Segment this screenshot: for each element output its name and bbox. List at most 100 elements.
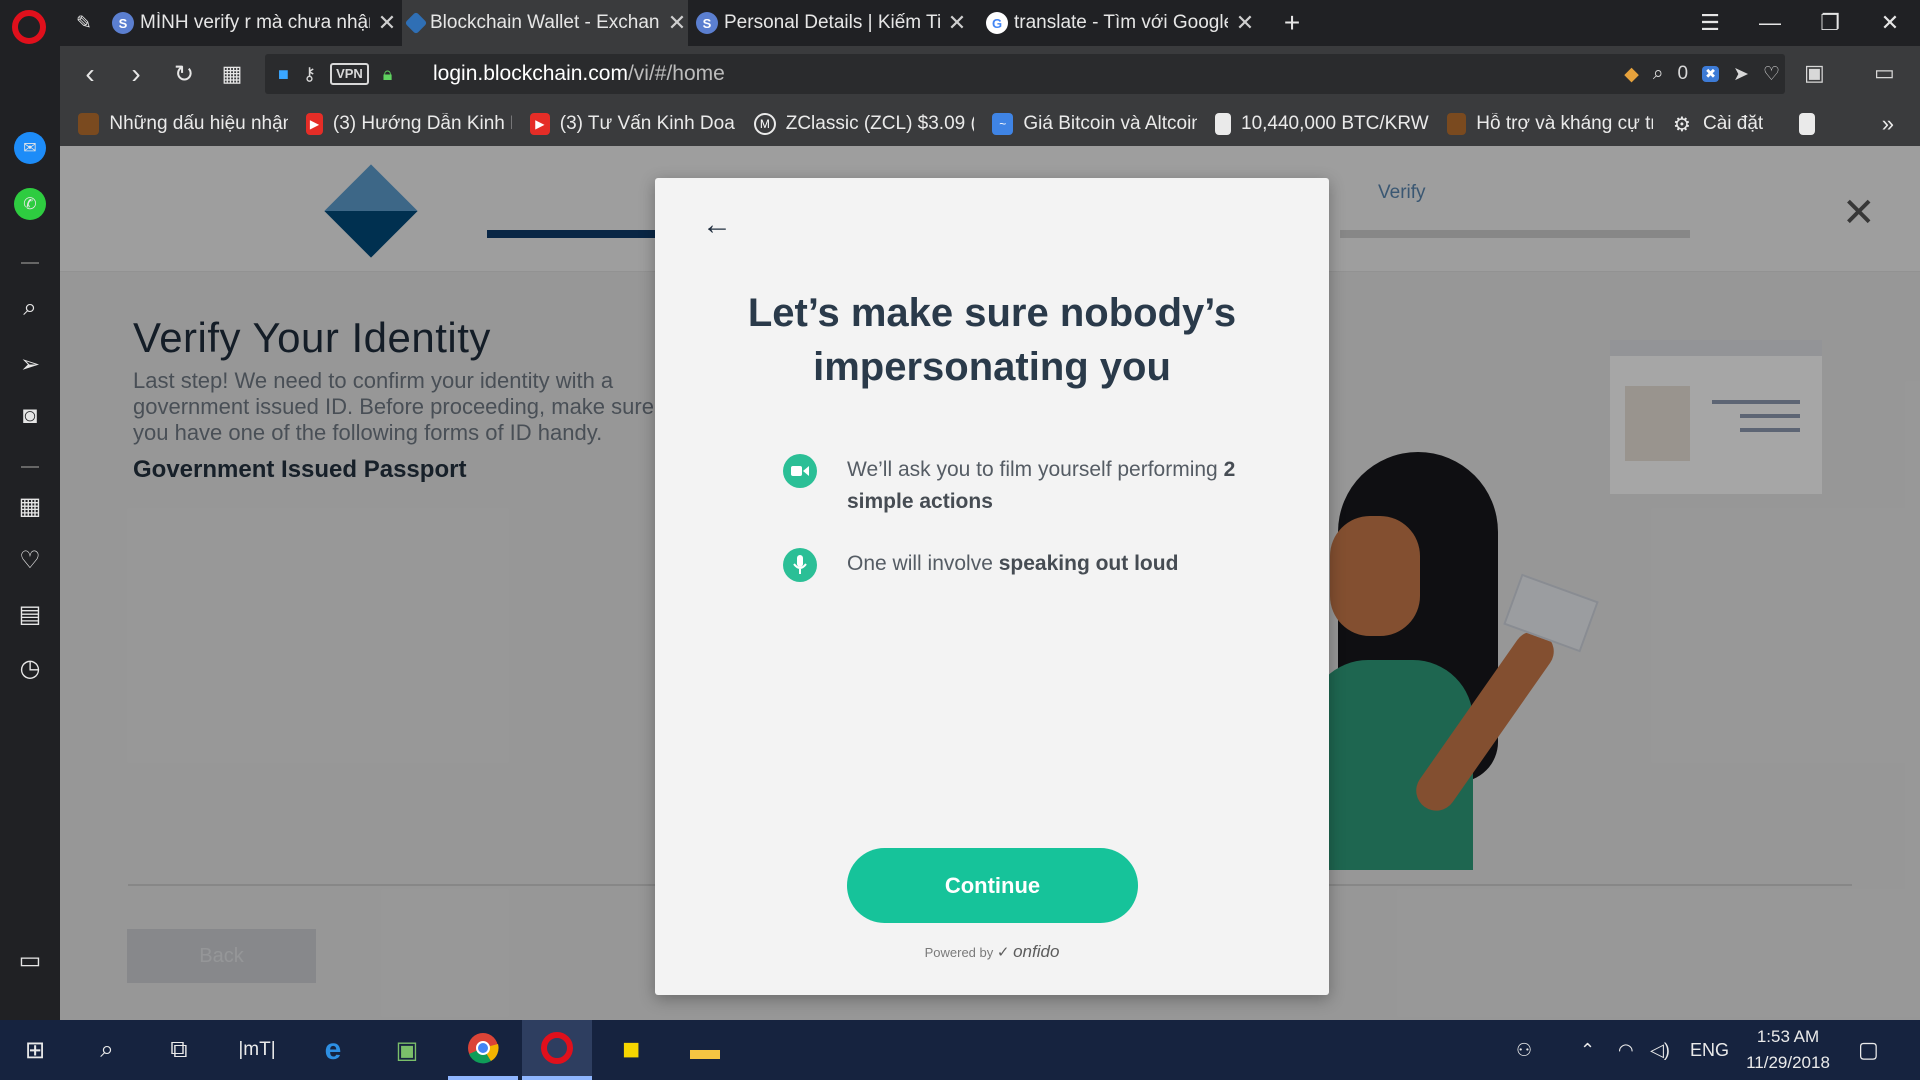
edge-icon[interactable]: e (298, 1020, 368, 1080)
key-icon[interactable]: ⚷ (303, 64, 316, 85)
close-tab-icon[interactable]: ✕ (946, 10, 968, 36)
url-text[interactable]: login.blockchain.com/vi/#/home (433, 60, 725, 88)
windows-start-icon[interactable]: ⊞ (0, 1020, 70, 1080)
bookmark-item[interactable]: Những dấu hiệu nhận (78, 113, 288, 135)
forward-nav-button[interactable]: › (114, 46, 158, 102)
opera-taskbar-icon[interactable] (522, 1020, 592, 1080)
document-icon (1799, 113, 1815, 135)
more-bookmarks-icon[interactable]: » (1882, 111, 1894, 137)
new-tab-button[interactable]: + (1274, 0, 1310, 46)
messenger-icon[interactable]: ✉ (14, 132, 46, 164)
close-tab-icon[interactable]: ✕ (1234, 10, 1256, 36)
bookmark-item[interactable]: 10,440,000 BTC/KRW (1215, 113, 1429, 135)
photo-app-icon[interactable]: ▣ (372, 1020, 442, 1080)
extension-cube-icon[interactable]: ◆ (1624, 63, 1639, 86)
gear-icon: ⚙ (1673, 113, 1691, 136)
search-icon[interactable]: ⌕ (72, 1020, 142, 1080)
notification-icon[interactable]: ▢ (1858, 1020, 1879, 1080)
tab-title: Blockchain Wallet - Exchange (430, 12, 660, 33)
opera-menu-button[interactable] (12, 10, 46, 44)
wifi-icon[interactable]: ◠ (1618, 1020, 1634, 1080)
vpn-badge[interactable]: VPN (330, 63, 369, 85)
tab-menu-icon[interactable]: ☰ (1680, 0, 1740, 46)
bookmark-item[interactable]: ⚙ Cài đặt (1671, 113, 1781, 136)
bookmark-label: 10,440,000 BTC/KRW (1241, 113, 1429, 134)
powered-by-onfido[interactable]: Powered by ✓ onfido (655, 942, 1329, 962)
mt-app[interactable]: |mT| (222, 1020, 292, 1080)
instruction-audio-bold: speaking out loud (998, 552, 1179, 575)
tab-translate-google[interactable]: G translate - Tìm với Google ✕ (986, 0, 1256, 46)
restore-button[interactable]: ❐ (1800, 0, 1860, 46)
opera-sidebar: ✉ ✆ ⌕ ➢ ◙ ▦ ♡ ▤ ◷ ▭ (0, 46, 60, 1020)
language-indicator[interactable]: ENG (1690, 1020, 1729, 1080)
bookmark-item[interactable]: ~ Giá Bitcoin và Altcoin (992, 113, 1197, 135)
people-icon[interactable]: ⚇ (1516, 1020, 1532, 1080)
bookmark-label: (3) Tư Vấn Kinh Doanh (559, 113, 736, 134)
heart-bookmark-icon[interactable]: ♡ (1763, 63, 1780, 86)
bookmark-item[interactable]: M ZClassic (ZCL) $3.09 ( (754, 113, 974, 135)
lock-icon[interactable]: 🔒︎ (383, 64, 393, 85)
search-icon[interactable]: ⌕ (12, 290, 48, 326)
speed-dial-icon[interactable]: ▦ (12, 488, 48, 524)
close-window-button[interactable]: ✕ (1860, 0, 1920, 46)
tab-personal-details[interactable]: S Personal Details | Kiếm Tiền ✕ (696, 0, 968, 46)
youtube-icon: ▶ (530, 113, 550, 135)
bookmark-label: Hỗ trợ và kháng cự trên (1476, 113, 1653, 134)
google-favicon-icon: G (986, 12, 1008, 34)
tab-title: translate - Tìm với Google (1014, 12, 1228, 33)
send-icon[interactable]: ➢ (12, 346, 48, 382)
close-tab-icon[interactable]: ✕ (666, 10, 688, 36)
site-favicon-icon: S (112, 12, 134, 34)
instruction-audio-plain: One will involve (847, 552, 999, 575)
video-camera-icon (783, 454, 817, 488)
coinmarketcap-icon: M (754, 113, 776, 135)
file-explorer-icon[interactable]: ▬ (670, 1020, 740, 1080)
heart-icon[interactable]: ♡ (12, 542, 48, 578)
sidebar-separator (21, 466, 39, 468)
bookmark-item[interactable]: ▶ (3) Hướng Dẫn Kinh Doanh (306, 113, 512, 135)
adblock-shield-icon[interactable]: ✖ (1702, 66, 1720, 82)
clock[interactable]: 1:53 AM 11/29/2018 (1736, 1024, 1840, 1076)
whatsapp-icon[interactable]: ✆ (14, 188, 46, 220)
close-tab-icon[interactable]: ✕ (376, 10, 398, 36)
onfido-check-icon: ✓ (996, 944, 1010, 961)
news-icon[interactable]: ▤ (12, 596, 48, 632)
powered-by-label: Powered by (924, 945, 994, 960)
task-view-icon[interactable]: ⧉ (144, 1020, 214, 1080)
minimize-button[interactable]: — (1740, 0, 1800, 46)
image-icon (1447, 113, 1467, 135)
bookmark-label: Cài đặt (1703, 113, 1764, 134)
camera-icon[interactable]: ◙ (12, 398, 48, 434)
video-camera-icon[interactable]: ■ (278, 64, 289, 85)
tab-minh-verify[interactable]: S MÌNH verify r mà chưa nhận ✕ (112, 0, 398, 46)
continue-button[interactable]: Continue (847, 848, 1138, 923)
chevron-up-icon[interactable]: ⌃ (1580, 1020, 1595, 1080)
pinned-tab[interactable]: ✎ (64, 0, 104, 46)
reload-button[interactable]: ↻ (162, 46, 206, 102)
document-icon (1215, 113, 1231, 135)
snapshot-qr-icon[interactable]: ▣ (1804, 60, 1825, 86)
microphone-icon (783, 548, 817, 582)
battery-saver-icon[interactable]: ▭ (1874, 60, 1895, 86)
tab-blockchain-wallet[interactable]: Blockchain Wallet - Exchange ✕ (402, 0, 688, 46)
volume-icon[interactable]: ◁) (1650, 1020, 1670, 1080)
speed-dial-button[interactable]: ▦ (210, 46, 254, 102)
history-clock-icon[interactable]: ◷ (12, 650, 48, 686)
sticky-notes-icon[interactable]: ■ (596, 1020, 666, 1080)
send-icon[interactable]: ➤ (1733, 63, 1749, 86)
bookmark-item[interactable] (1799, 113, 1829, 135)
instruction-video-plain: We’ll ask you to film yourself performin… (847, 458, 1224, 481)
bookmark-item[interactable]: Hỗ trợ và kháng cự trên (1447, 113, 1653, 135)
address-right-icons: ◆ ⌕ 0 ✖ ➤ ♡ (1624, 60, 1780, 88)
onfido-modal: ← Let’s make sure nobody’s impersonating… (655, 178, 1329, 995)
sidebar-toggle-icon[interactable]: ▭ (12, 942, 48, 978)
back-nav-button[interactable]: ‹ (68, 46, 112, 102)
zoom-icon[interactable]: ⌕ (1653, 63, 1664, 85)
screen: ✎ S MÌNH verify r mà chưa nhận ✕ Blockch… (0, 0, 1920, 1080)
bookmark-item[interactable]: ▶ (3) Tư Vấn Kinh Doanh (530, 113, 736, 135)
adblock-count: 0 (1677, 63, 1689, 84)
arrow-left-icon[interactable]: ← (702, 208, 732, 242)
chrome-icon[interactable] (448, 1020, 518, 1080)
instruction-audio: One will involve speaking out loud (783, 548, 1253, 582)
tab-title: Personal Details | Kiếm Tiền (724, 12, 940, 33)
